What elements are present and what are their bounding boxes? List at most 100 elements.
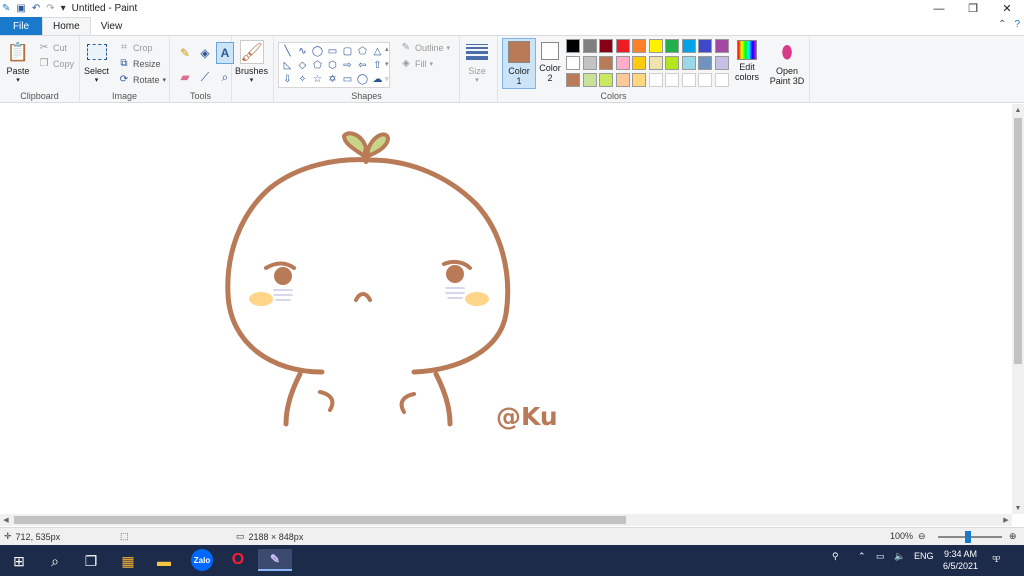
system-clock[interactable]: 9:34 AM 6/5/2021 xyxy=(943,548,978,572)
palette-swatch[interactable] xyxy=(714,73,729,87)
opera-app-icon[interactable]: O xyxy=(227,549,249,571)
palette-swatch[interactable] xyxy=(566,73,580,87)
palette-swatch[interactable] xyxy=(632,56,646,70)
palette-swatch[interactable] xyxy=(698,56,712,70)
color2-button[interactable]: Color 2 xyxy=(538,42,562,83)
hexagon-shape-icon[interactable]: ⬡ xyxy=(325,58,340,72)
left-arrow-shape-icon[interactable]: ⇦ xyxy=(355,58,370,72)
scroll-down-icon[interactable]: ▼ xyxy=(1012,502,1024,514)
callout-oval-icon[interactable]: ◯ xyxy=(355,72,370,86)
palette-swatch[interactable] xyxy=(599,56,613,70)
palette-swatch[interactable] xyxy=(698,39,712,53)
down-arrow-shape-icon[interactable]: ⇩ xyxy=(280,72,295,86)
help-icon[interactable]: ? xyxy=(1014,19,1020,30)
vertical-scroll-thumb[interactable] xyxy=(1014,118,1022,364)
oval-shape-icon[interactable]: ◯ xyxy=(310,44,325,58)
customize-qa-icon[interactable]: ▾ xyxy=(61,3,66,14)
palette-swatch[interactable] xyxy=(582,73,597,87)
collapse-ribbon-icon[interactable]: ⌃ xyxy=(998,19,1006,30)
pencil-icon[interactable]: ✎ xyxy=(176,42,194,64)
crop-button[interactable]: ⌗ Crop xyxy=(118,42,152,53)
right-triangle-shape-icon[interactable]: ◺ xyxy=(280,58,295,72)
shapes-scroll-icon[interactable]: ▴ ▾ ▿ xyxy=(385,42,389,87)
tray-overflow-icon[interactable]: ⌃ xyxy=(858,551,866,562)
save-icon[interactable]: ▣ xyxy=(16,3,25,14)
paint-app-taskbar-icon[interactable]: ✎ xyxy=(258,549,292,571)
eraser-icon[interactable]: ▰ xyxy=(176,66,194,88)
restore-button[interactable]: ❐ xyxy=(956,0,990,17)
palette-swatch[interactable] xyxy=(615,73,630,87)
scroll-left-icon[interactable]: ◀ xyxy=(0,514,12,526)
palette-swatch[interactable] xyxy=(566,39,580,53)
paste-button[interactable]: 📋 Paste ▾ xyxy=(6,40,30,85)
redo-icon[interactable]: ↷ xyxy=(46,3,54,14)
five-point-star-icon[interactable]: ☆ xyxy=(310,72,325,86)
palette-swatch[interactable] xyxy=(681,56,696,70)
notifications-icon[interactable]: ▭ 1 xyxy=(992,551,1001,564)
line-shape-icon[interactable]: ╲ xyxy=(280,44,295,58)
four-point-star-icon[interactable]: ✧ xyxy=(295,72,310,86)
palette-swatch[interactable] xyxy=(615,39,630,53)
people-icon[interactable]: ⚲ xyxy=(832,551,839,562)
pentagon-shape-icon[interactable]: ⬠ xyxy=(310,58,325,72)
palette-swatch[interactable] xyxy=(648,56,663,70)
horizontal-scrollbar[interactable]: ◀ ▶ xyxy=(0,514,1012,526)
palette-swatch[interactable] xyxy=(599,39,613,53)
store-icon[interactable]: ▦ xyxy=(117,550,139,572)
curve-shape-icon[interactable]: ∿ xyxy=(295,44,310,58)
zoom-in-icon[interactable]: ⊕ xyxy=(1009,531,1017,542)
rotate-button[interactable]: ⟳ Rotate ▾ xyxy=(118,74,166,85)
polygon-shape-icon[interactable]: ⬠ xyxy=(355,44,370,58)
zoom-slider-thumb[interactable] xyxy=(965,531,971,543)
triangle-shape-icon[interactable]: △ xyxy=(370,44,385,58)
horizontal-scroll-thumb[interactable] xyxy=(14,516,626,524)
tab-file[interactable]: File xyxy=(0,17,42,35)
minimize-button[interactable]: — xyxy=(922,0,956,17)
diamond-shape-icon[interactable]: ◇ xyxy=(295,58,310,72)
scroll-up-icon[interactable]: ▲ xyxy=(1012,104,1024,116)
windows-start-icon[interactable]: ⊞ xyxy=(8,550,30,572)
fill-button[interactable]: ◈ Fill ▾ xyxy=(400,58,433,69)
right-arrow-shape-icon[interactable]: ⇨ xyxy=(340,58,355,72)
search-icon[interactable]: ⌕ xyxy=(44,550,66,572)
file-explorer-icon[interactable]: ▬ xyxy=(153,550,175,572)
undo-icon[interactable]: ↶ xyxy=(32,3,40,14)
palette-swatch[interactable] xyxy=(698,73,712,87)
select-dropdown-icon[interactable]: ▾ xyxy=(95,76,99,84)
select-button[interactable]: Select ▾ xyxy=(84,40,109,84)
palette-swatch[interactable] xyxy=(599,73,613,87)
palette-swatch[interactable] xyxy=(648,39,663,53)
rounded-rect-shape-icon[interactable]: ▢ xyxy=(340,44,355,58)
palette-swatch[interactable] xyxy=(714,56,729,70)
palette-swatch[interactable] xyxy=(714,39,729,53)
close-button[interactable]: ✕ xyxy=(990,0,1024,17)
language-indicator[interactable]: ENG xyxy=(914,551,934,561)
tab-home[interactable]: Home xyxy=(42,17,91,35)
color1-button[interactable]: Color 1 xyxy=(502,38,536,89)
resize-button[interactable]: ⧉ Resize xyxy=(118,58,160,69)
up-arrow-shape-icon[interactable]: ⇧ xyxy=(370,58,385,72)
volume-icon[interactable]: 🔈 xyxy=(894,551,905,562)
color-picker-icon[interactable]: ⟋ xyxy=(196,66,214,88)
brushes-button[interactable]: 🖌 Brushes ▾ xyxy=(235,40,268,84)
outline-button[interactable]: ✎ Outline ▾ xyxy=(400,42,450,53)
palette-swatch[interactable] xyxy=(582,39,597,53)
battery-icon[interactable]: ▭ xyxy=(876,551,885,562)
open-paint3d-button[interactable]: ⬮ Open Paint 3D xyxy=(768,40,806,87)
edit-colors-button[interactable]: Edit colors xyxy=(732,40,762,82)
vertical-scrollbar[interactable]: ▲ ▼ xyxy=(1012,104,1024,514)
cut-button[interactable]: ✂ Cut xyxy=(38,42,67,53)
palette-swatch[interactable] xyxy=(632,73,646,87)
callout-cloud-icon[interactable]: ☁ xyxy=(370,72,385,86)
scroll-right-icon[interactable]: ▶ xyxy=(1000,514,1012,526)
palette-swatch[interactable] xyxy=(582,56,597,70)
task-view-icon[interactable]: ❐ xyxy=(80,550,102,572)
palette-swatch[interactable] xyxy=(665,39,679,53)
tab-view[interactable]: View xyxy=(91,17,133,35)
palette-swatch[interactable] xyxy=(665,73,679,87)
palette-swatch[interactable] xyxy=(566,56,580,70)
zalo-app-icon[interactable]: Zalo xyxy=(191,549,213,571)
copy-button[interactable]: ❐ Copy xyxy=(38,58,75,69)
palette-swatch[interactable] xyxy=(665,56,679,70)
palette-swatch[interactable] xyxy=(648,73,663,87)
